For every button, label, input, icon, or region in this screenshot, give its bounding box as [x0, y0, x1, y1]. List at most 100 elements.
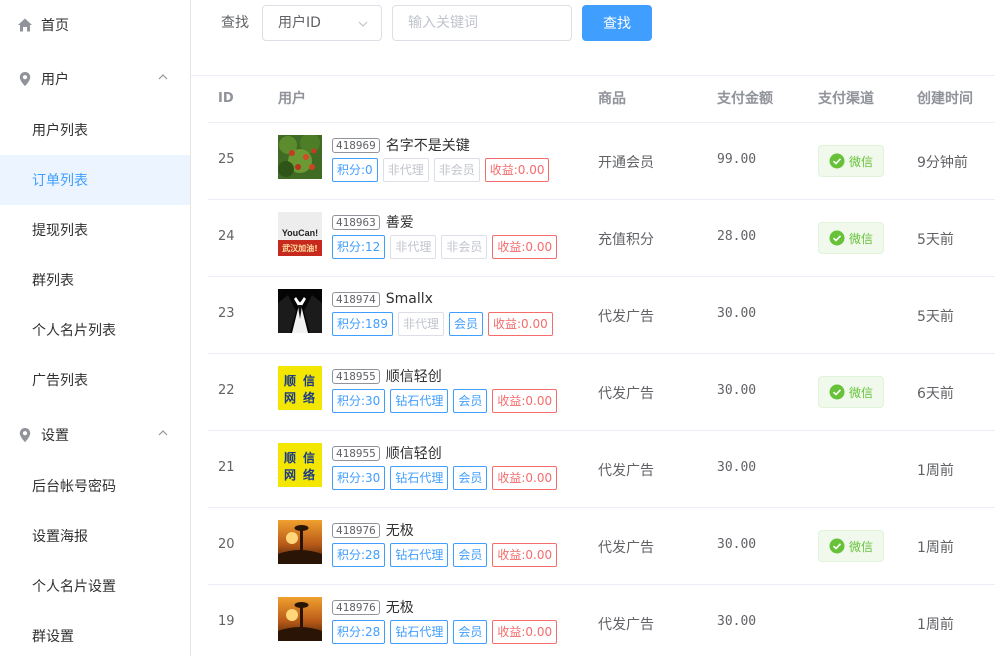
user-tags: 积分:0 非代理 非会员 收益:0.00	[332, 158, 554, 182]
select-value: 用户ID	[278, 15, 321, 31]
header-amount[interactable]: 支付金额	[717, 91, 773, 107]
sidebar-item-withdraw-list[interactable]: 提现列表	[0, 205, 190, 255]
sidebar-item-label: 设置海报	[32, 529, 88, 545]
product: 代发广告	[598, 540, 654, 556]
sidebar-item-admin-password[interactable]: 后台帐号密码	[0, 461, 190, 511]
user-tags: 积分:12 非代理 非会员 收益:0.00	[332, 235, 562, 259]
sidebar-group-settings[interactable]: 设置	[0, 410, 190, 460]
product: 代发广告	[598, 463, 654, 479]
income-tag: 收益:0.00	[492, 466, 558, 490]
points-tag: 积分:30	[332, 466, 386, 490]
user-id-badge: 418969	[332, 137, 380, 153]
sidebar-item-ad-list[interactable]: 广告列表	[0, 355, 190, 405]
avatar-text: 信	[303, 373, 315, 388]
table-header: ID 用户 商品 支付金额 支付渠道 创建时间	[208, 76, 995, 123]
wechat-icon	[829, 153, 845, 169]
search-input[interactable]	[392, 5, 572, 41]
user-line: 418976 无极	[332, 597, 562, 617]
user-tags: 积分:30 钻石代理 会员 收益:0.00	[332, 466, 562, 490]
table-row[interactable]: 19 418976 无极 积分:28 钻石代理 会员 收益:0.00 代发广告 30.00 1周前	[208, 585, 995, 656]
sidebar-group-users[interactable]: 用户	[0, 54, 190, 104]
user-id-badge: 418976	[332, 599, 380, 615]
sidebar-item-card-settings[interactable]: 个人名片设置	[0, 561, 190, 611]
amount: 30.00	[717, 614, 757, 629]
income-tag: 收益:0.00	[492, 620, 558, 644]
user-cell: 418963 善爱 积分:12 非代理 非会员 收益:0.00	[332, 212, 562, 259]
created-time: 5天前	[917, 232, 954, 248]
table-row[interactable]: 20 418976 无极 积分:28 钻石代理 会员 收益:0.00 代发广告 30.00 微信 1…	[208, 508, 995, 585]
search-field-select[interactable]: 用户ID	[262, 5, 382, 41]
amount: 30.00	[717, 306, 757, 321]
created-time: 1周前	[917, 463, 954, 479]
sidebar-item-label: 广告列表	[32, 373, 88, 389]
avatar	[278, 520, 322, 564]
chevron-down-icon	[358, 21, 368, 27]
points-tag: 积分:189	[332, 312, 393, 336]
member-tag: 非会员	[433, 158, 480, 182]
table-body: 25 418969 名字不是关键 积分:0 非代理 非会员 收益:0.00 开通会员 99.00…	[208, 123, 995, 656]
table-row[interactable]: 21 顺信网络 418955 顺信轻创 积分:30 钻石代理 会员 收益:0.00 代发广告 30…	[208, 431, 995, 508]
table-row[interactable]: 25 418969 名字不是关键 积分:0 非代理 非会员 收益:0.00 开通会员 99.00…	[208, 123, 995, 200]
sidebar-item-group-list[interactable]: 群列表	[0, 255, 190, 305]
order-id: 20	[218, 537, 235, 552]
user-name[interactable]: Smallx	[386, 291, 433, 307]
table-row[interactable]: 24 YouCan! 武汉加油! 418963 善爱 积分:12 非代理 非会员 收益:0.00…	[208, 200, 995, 277]
agent-tag: 非代理	[390, 235, 437, 259]
sidebar-item-label: 群列表	[32, 273, 74, 289]
search-label: 查找	[221, 15, 249, 31]
avatar-text: 网	[284, 468, 296, 482]
user-name[interactable]: 顺信轻创	[386, 366, 442, 386]
payment-channel-badge: 微信	[818, 530, 884, 562]
member-tag: 非会员	[441, 235, 488, 259]
order-id: 24	[218, 229, 235, 244]
user-line: 418974 Smallx	[332, 289, 558, 309]
agent-tag: 钻石代理	[390, 466, 449, 490]
user-name[interactable]: 无极	[386, 520, 414, 540]
user-name[interactable]: 无极	[386, 597, 414, 617]
user-cell: 418976 无极 积分:28 钻石代理 会员 收益:0.00	[332, 597, 562, 644]
sidebar-item-order-list[interactable]: 订单列表	[0, 155, 190, 205]
sidebar-item-label: 用户	[41, 72, 69, 88]
header-user[interactable]: 用户	[278, 91, 306, 107]
user-id-badge: 418955	[332, 368, 380, 384]
member-tag: 会员	[453, 543, 488, 567]
sidebar-item-label: 设置	[41, 428, 69, 444]
avatar-text: 顺	[284, 450, 296, 465]
sidebar-item-home[interactable]: 首页	[0, 0, 190, 50]
points-tag: 积分:0	[332, 158, 378, 182]
header-channel[interactable]: 支付渠道	[818, 91, 874, 107]
table-row[interactable]: 23 418974 Smallx 积分:189 非代理 会员 收益:0.00 代发广告 30.0…	[208, 277, 995, 354]
payment-channel-badge: 微信	[818, 145, 884, 177]
income-tag: 收益:0.00	[484, 158, 550, 182]
user-name[interactable]: 顺信轻创	[386, 443, 442, 463]
member-tag: 会员	[448, 312, 483, 336]
order-id: 21	[218, 460, 235, 475]
sidebar-item-group-settings[interactable]: 群设置	[0, 611, 190, 656]
sidebar-item-card-list[interactable]: 个人名片列表	[0, 305, 190, 355]
table-row[interactable]: 22 顺信网络 418955 顺信轻创 积分:30 钻石代理 会员 收益:0.00 代发广告 30…	[208, 354, 995, 431]
avatar-text: 络	[303, 390, 315, 405]
sidebar-item-label: 用户列表	[32, 123, 88, 139]
payment-channel-badge: 微信	[818, 376, 884, 408]
user-name[interactable]: 名字不是关键	[386, 135, 470, 155]
header-created[interactable]: 创建时间	[917, 91, 973, 107]
user-line: 418955 顺信轻创	[332, 366, 562, 386]
sidebar-item-label: 个人名片设置	[32, 579, 116, 595]
user-tags: 积分:189 非代理 会员 收益:0.00	[332, 312, 558, 336]
search-button[interactable]: 查找	[582, 5, 652, 41]
user-name[interactable]: 善爱	[386, 212, 414, 232]
created-time: 1周前	[917, 617, 954, 633]
header-id[interactable]: ID	[218, 91, 234, 107]
payment-channel-label: 微信	[848, 385, 873, 400]
wechat-icon	[829, 384, 845, 400]
order-id: 19	[218, 614, 235, 629]
amount: 30.00	[717, 460, 757, 475]
agent-tag: 非代理	[382, 158, 429, 182]
sidebar-item-label: 提现列表	[32, 223, 88, 239]
sidebar-item-poster-settings[interactable]: 设置海报	[0, 511, 190, 561]
sidebar-item-user-list[interactable]: 用户列表	[0, 105, 190, 155]
avatar	[278, 135, 322, 179]
app: 首页 用户 用户列表 订单列表 提现列表 群列表 个人名片列表 广告列表 设置 …	[0, 0, 995, 656]
created-time: 9分钟前	[917, 155, 968, 171]
header-product[interactable]: 商品	[598, 91, 626, 107]
